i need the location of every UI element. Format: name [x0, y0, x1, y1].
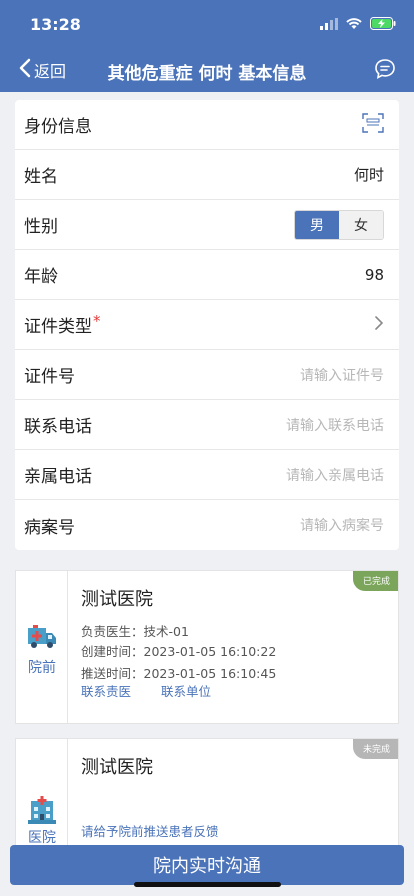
- contact-doctor-link[interactable]: 联系责医: [81, 681, 131, 700]
- case-number-label: 病案号: [24, 517, 75, 538]
- phone-label: 联系电话: [24, 417, 92, 437]
- battery-charging-icon: [370, 15, 396, 34]
- gender-toggle: 男 女: [294, 209, 384, 240]
- gender-label: 性别: [24, 217, 58, 237]
- realtime-communication-button[interactable]: 院内实时沟通: [10, 845, 404, 885]
- feedback-link[interactable]: 请给予院前推送患者反馈: [81, 821, 219, 840]
- age-value[interactable]: 98: [365, 266, 384, 284]
- created-time-line: 创建时间：2023-01-05 16:10:22: [81, 644, 277, 659]
- hospital-building-icon: [25, 795, 59, 829]
- case-number-input[interactable]: 请输入病案号: [300, 515, 384, 535]
- chat-bubble-icon: [374, 59, 396, 84]
- row-name: 姓名 何时: [15, 150, 399, 200]
- relative-phone-input[interactable]: 请输入亲属电话: [286, 465, 384, 485]
- stage-label: 院前: [28, 660, 56, 676]
- doctor-line: 负责医生：技术-01: [81, 624, 189, 639]
- gender-male-option[interactable]: 男: [295, 210, 339, 239]
- id-info-label: 身份信息: [24, 117, 92, 137]
- status-bar: 13:28: [0, 0, 414, 48]
- signal-icon: [320, 15, 338, 34]
- scan-id-icon[interactable]: [362, 112, 384, 137]
- name-label: 姓名: [24, 167, 58, 187]
- stage-label: 医院: [28, 830, 56, 846]
- app-header: 13:28 返回 其他危重症 何时 基本信息: [0, 0, 414, 92]
- row-phone: 联系电话 请输入联系电话: [15, 400, 399, 450]
- row-id-number: 证件号 请输入证件号: [15, 350, 399, 400]
- required-mark: *: [93, 312, 101, 330]
- pushed-time-line: 推送时间：2023-01-05 16:10:45: [81, 666, 277, 681]
- patient-info-form: 身份信息 姓名 何时 性别 男 女 年龄 98 证件类型* 证件号 请输入证件号…: [15, 100, 399, 550]
- nav-bar: 返回 其他危重症 何时 基本信息: [0, 50, 414, 92]
- name-value[interactable]: 何时: [354, 164, 384, 185]
- home-indicator: [134, 882, 281, 887]
- hospital-card[interactable]: 医院 测试医院 未完成 请给予院前推送患者反馈: [15, 738, 399, 848]
- id-number-input[interactable]: 请输入证件号: [300, 365, 384, 385]
- row-case-number: 病案号 请输入病案号: [15, 500, 399, 550]
- contact-unit-link[interactable]: 联系单位: [161, 681, 211, 700]
- status-badge: 已完成: [352, 571, 398, 591]
- page-title: 其他危重症 何时 基本信息: [107, 64, 307, 84]
- status-badge: 未完成: [352, 739, 398, 759]
- row-relative-phone: 亲属电话 请输入亲属电话: [15, 450, 399, 500]
- id-type-label: 证件类型: [24, 317, 92, 337]
- status-time: 13:28: [30, 15, 81, 34]
- row-id-type[interactable]: 证件类型*: [15, 300, 399, 350]
- row-age: 年龄 98: [15, 250, 399, 300]
- phone-input[interactable]: 请输入联系电话: [286, 415, 384, 435]
- row-id-info: 身份信息: [15, 100, 399, 150]
- id-number-label: 证件号: [24, 367, 75, 387]
- wifi-icon: [346, 15, 362, 34]
- pushed-time: 2023-01-05 16:10:45: [143, 666, 277, 681]
- age-label: 年龄: [24, 267, 58, 287]
- chat-button[interactable]: [374, 58, 396, 84]
- hospital-name: 测试医院: [81, 757, 153, 778]
- ambulance-icon: [25, 623, 59, 655]
- doctor-name: 技术-01: [143, 624, 189, 639]
- hospital-name: 测试医院: [81, 589, 153, 610]
- relative-phone-label: 亲属电话: [24, 467, 92, 487]
- gender-female-option[interactable]: 女: [339, 210, 383, 239]
- created-time: 2023-01-05 16:10:22: [143, 644, 277, 659]
- row-gender: 性别 男 女: [15, 200, 399, 250]
- chevron-right-icon: [374, 315, 384, 335]
- prehospital-card[interactable]: 院前 测试医院 已完成 负责医生：技术-01 创建时间：2023-01-05 1…: [15, 570, 399, 724]
